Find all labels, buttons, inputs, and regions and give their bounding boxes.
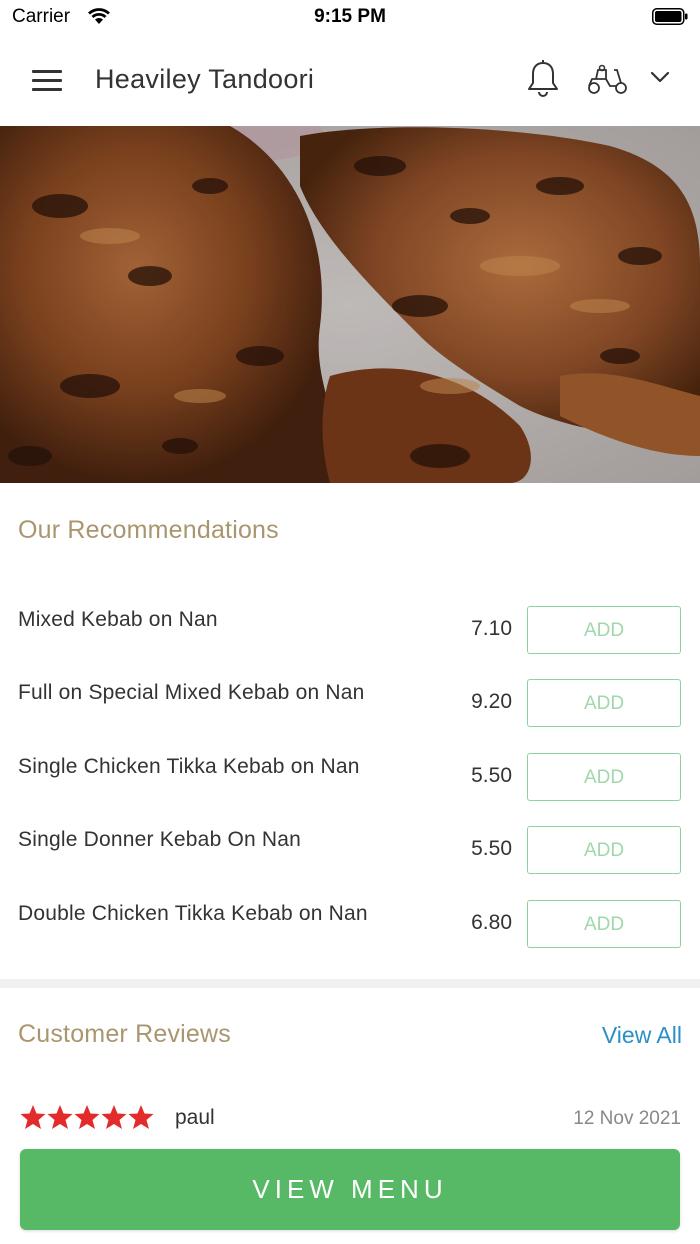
- recommendation-row: Full on Special Mixed Kebab on Nan 9.20 …: [0, 669, 700, 742]
- add-button[interactable]: ADD: [527, 899, 681, 948]
- recommendation-row: Single Donner Kebab On Nan 5.50 ADD: [0, 816, 700, 889]
- item-price: 9.20: [471, 690, 512, 714]
- add-button[interactable]: ADD: [527, 679, 681, 728]
- add-button[interactable]: ADD: [527, 826, 681, 875]
- bell-icon[interactable]: [525, 59, 561, 99]
- review-date: 12 Nov 2021: [573, 1108, 681, 1129]
- add-button[interactable]: ADD: [527, 606, 681, 654]
- item-name: Single Chicken Tikka Kebab on Nan: [18, 754, 360, 778]
- recommendations-list: Mixed Kebab on Nan 7.10 ADD Full on Spec…: [0, 596, 700, 963]
- scooter-icon[interactable]: [586, 64, 630, 96]
- star-icon: [74, 1105, 100, 1129]
- recommendations-title: Our Recommendations: [18, 516, 279, 544]
- star-icon: [101, 1105, 127, 1129]
- recommendation-row: Mixed Kebab on Nan 7.10 ADD: [0, 596, 700, 669]
- restaurant-title: Heaviley Tandoori: [95, 64, 315, 94]
- section-divider: [0, 979, 700, 988]
- reviews-title: Customer Reviews: [18, 1020, 231, 1048]
- item-name: Single Donner Kebab On Nan: [18, 828, 302, 852]
- star-icon: [47, 1105, 73, 1129]
- item-name: Full on Special Mixed Kebab on Nan: [18, 681, 365, 705]
- chevron-down-icon[interactable]: [649, 70, 671, 84]
- add-button[interactable]: ADD: [527, 752, 681, 801]
- recommendation-row: Single Chicken Tikka Kebab on Nan 5.50 A…: [0, 743, 700, 816]
- menu-icon[interactable]: [32, 70, 62, 92]
- view-menu-button[interactable]: VIEW MENU: [20, 1149, 680, 1230]
- hero-image: [0, 126, 700, 483]
- battery-icon: [652, 8, 688, 25]
- nav-bar: Heaviley Tandoori: [0, 34, 700, 126]
- star-icon: [20, 1105, 46, 1129]
- star-icon: [128, 1105, 154, 1129]
- status-bar: Carrier 9:15 PM: [0, 0, 700, 34]
- item-price: 7.10: [471, 617, 512, 640]
- review-row: paul 12 Nov 2021: [0, 1100, 700, 1140]
- item-name: Double Chicken Tikka Kebab on Nan: [18, 901, 368, 925]
- view-all-link[interactable]: View All: [602, 1022, 682, 1049]
- status-time: 9:15 PM: [314, 6, 386, 27]
- star-rating: [20, 1105, 154, 1129]
- recommendation-row: Double Chicken Tikka Kebab on Nan 6.80 A…: [0, 890, 700, 963]
- item-price: 6.80: [471, 910, 512, 934]
- review-author: paul: [175, 1106, 215, 1129]
- item-price: 5.50: [471, 837, 512, 861]
- item-name: Mixed Kebab on Nan: [18, 608, 218, 631]
- item-price: 5.50: [471, 763, 512, 787]
